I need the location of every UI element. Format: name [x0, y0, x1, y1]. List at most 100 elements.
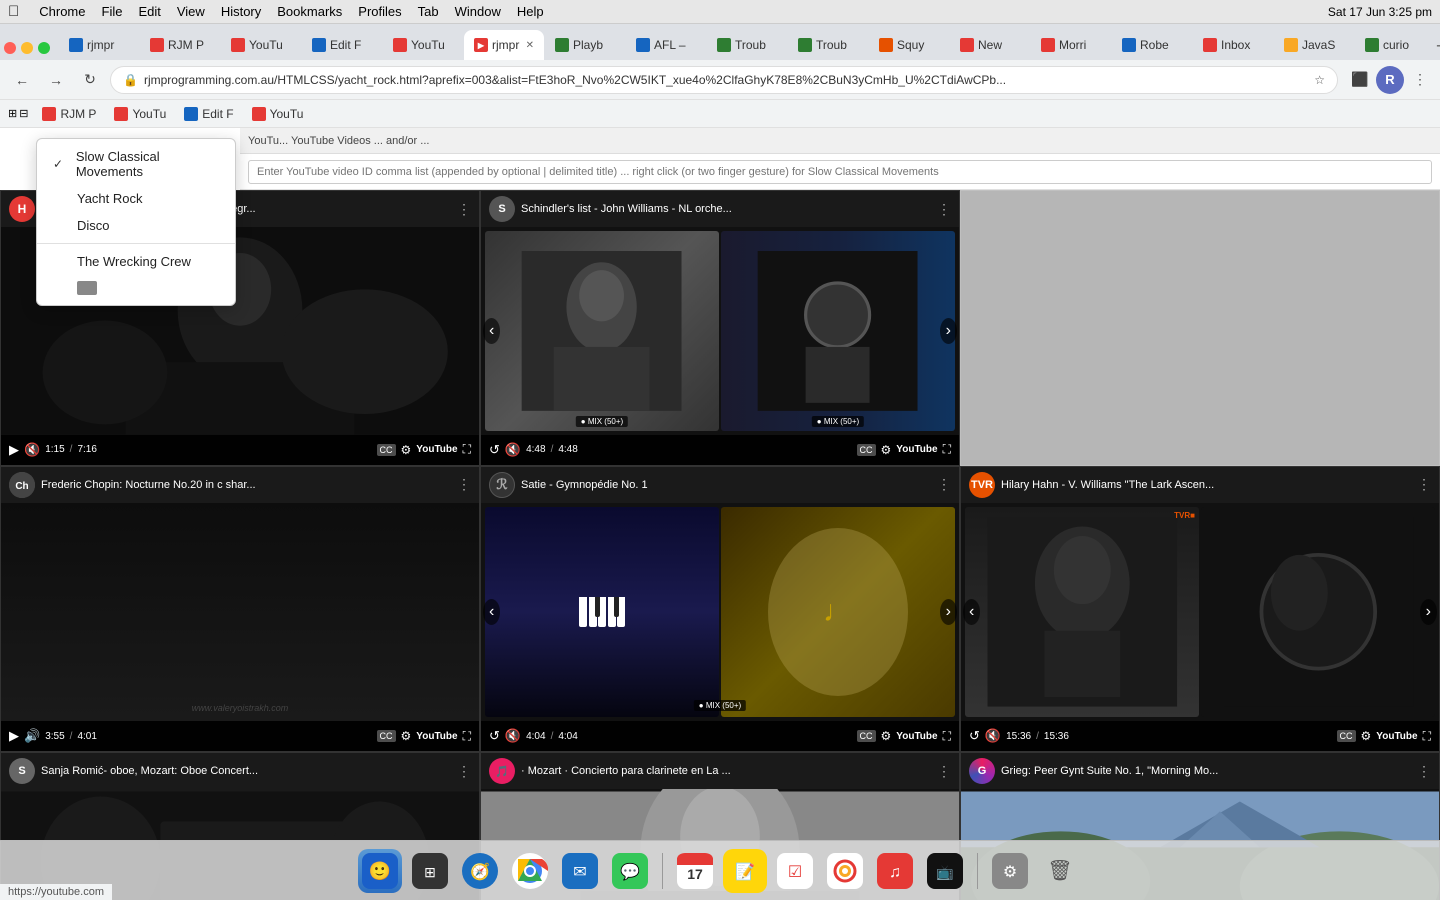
- tab-edit1[interactable]: Edit F: [302, 30, 382, 60]
- fullscreen-hilary[interactable]: ⛶: [1423, 729, 1431, 744]
- volume-schindler[interactable]: 🔇: [505, 442, 521, 458]
- menu-file[interactable]: File: [102, 4, 123, 19]
- settings-chopin[interactable]: ⚙: [401, 729, 412, 743]
- tab-active[interactable]: ▶ rjmpr ✕: [464, 30, 544, 60]
- bookmark-star-icon[interactable]: ☆: [1314, 73, 1325, 87]
- fullscreen-brahms[interactable]: ⛶: [463, 442, 471, 457]
- apple-logo[interactable]: : [8, 3, 19, 20]
- back-button[interactable]: ←: [8, 66, 36, 94]
- dock-safari[interactable]: 🧭: [458, 849, 502, 893]
- settings-satie[interactable]: ⚙: [881, 729, 892, 743]
- bookmark-icon[interactable]: ⊞: [8, 107, 17, 120]
- playlist-input[interactable]: [248, 160, 1432, 184]
- fullscreen-schindler[interactable]: ⛶: [943, 442, 951, 457]
- tab-curio[interactable]: curio: [1355, 30, 1435, 60]
- bookmark-edit[interactable]: Edit F: [176, 103, 241, 125]
- dock-launchpad[interactable]: ⊞: [408, 849, 452, 893]
- menu-history[interactable]: History: [221, 4, 261, 19]
- fullscreen-chopin[interactable]: ⛶: [463, 729, 471, 744]
- more-options-icon[interactable]: ⋮: [1408, 68, 1432, 92]
- refresh-button[interactable]: ↻: [76, 66, 104, 94]
- tab-rjm2[interactable]: RJM P: [140, 30, 220, 60]
- play-pause-chopin[interactable]: ▶: [9, 728, 19, 744]
- tab-youtube1[interactable]: YouTu: [221, 30, 301, 60]
- tab-robe[interactable]: Robe: [1112, 30, 1192, 60]
- dock-photos[interactable]: [823, 849, 867, 893]
- tab-close-icon[interactable]: ✕: [526, 40, 534, 51]
- dock-music[interactable]: ♫: [873, 849, 917, 893]
- tab-java[interactable]: JavaS: [1274, 30, 1354, 60]
- dock-settings[interactable]: ⚙: [988, 849, 1032, 893]
- new-tab-button[interactable]: +: [1436, 32, 1440, 60]
- video-menu-mozart[interactable]: ⋮: [937, 763, 951, 780]
- tab-afl[interactable]: AFL –: [626, 30, 706, 60]
- close-window-btn[interactable]: [4, 42, 16, 54]
- tab-inbox[interactable]: Inbox: [1193, 30, 1273, 60]
- minimize-window-btn[interactable]: [21, 42, 33, 54]
- cc-satie[interactable]: CC: [857, 730, 876, 742]
- address-bar[interactable]: 🔒 rjmprogramming.com.au/HTMLCSS/yacht_ro…: [110, 66, 1338, 94]
- volume-hilary[interactable]: 🔇: [985, 728, 1001, 744]
- cc-chopin[interactable]: CC: [377, 730, 396, 742]
- dock-reminders[interactable]: ☑: [773, 849, 817, 893]
- tab-troub2[interactable]: Troub: [788, 30, 868, 60]
- menu-bookmarks[interactable]: Bookmarks: [277, 4, 342, 19]
- dock-mail[interactable]: ✉: [558, 849, 602, 893]
- dock-messages[interactable]: 💬: [608, 849, 652, 893]
- tab-new[interactable]: New: [950, 30, 1030, 60]
- menu-window[interactable]: Window: [455, 4, 501, 19]
- dropdown-item-slow-classical[interactable]: ✓ Slow Classical Movements: [37, 143, 235, 185]
- dropdown-item-disco[interactable]: Disco: [37, 212, 235, 239]
- maximize-window-btn[interactable]: [38, 42, 50, 54]
- menu-profiles[interactable]: Profiles: [358, 4, 401, 19]
- dock-tv[interactable]: 📺: [923, 849, 967, 893]
- cc-schindler[interactable]: CC: [857, 444, 876, 456]
- video-menu-schindler[interactable]: ⋮: [937, 201, 951, 218]
- menu-chrome[interactable]: Chrome: [39, 4, 85, 19]
- replay-hilary[interactable]: ↺: [969, 728, 980, 744]
- dock-notes[interactable]: 📝: [723, 849, 767, 893]
- volume-chopin[interactable]: 🔊: [24, 728, 40, 744]
- extensions-icon[interactable]: ⬛: [1348, 68, 1372, 92]
- bookmark-rjmp[interactable]: RJM P: [34, 103, 104, 125]
- video-menu-chopin[interactable]: ⋮: [457, 476, 471, 493]
- video-menu-brahms[interactable]: ⋮: [457, 201, 471, 218]
- forward-button[interactable]: →: [42, 66, 70, 94]
- profile-icon[interactable]: R: [1376, 66, 1404, 94]
- bookmark-youtube[interactable]: YouTu: [106, 103, 174, 125]
- dock-chrome[interactable]: [508, 849, 552, 893]
- menu-tab[interactable]: Tab: [418, 4, 439, 19]
- replay-satie[interactable]: ↺: [489, 728, 500, 744]
- volume-satie[interactable]: 🔇: [505, 728, 521, 744]
- replay-schindler[interactable]: ↺: [489, 442, 500, 458]
- bookmark-youtube2[interactable]: YouTu: [244, 103, 312, 125]
- dropdown-item-yacht-rock[interactable]: Yacht Rock: [37, 185, 235, 212]
- dock-finder[interactable]: 🙂: [358, 849, 402, 893]
- video-menu-satie[interactable]: ⋮: [937, 476, 951, 493]
- tab-rjmp1[interactable]: rjmpr: [59, 30, 139, 60]
- menu-view[interactable]: View: [177, 4, 205, 19]
- settings-hilary[interactable]: ⚙: [1361, 729, 1372, 743]
- video-menu-hilary[interactable]: ⋮: [1417, 476, 1431, 493]
- settings-schindler[interactable]: ⚙: [881, 443, 892, 457]
- video-menu-sanja[interactable]: ⋮: [457, 763, 471, 780]
- dropdown-item-wrecking-crew[interactable]: The Wrecking Crew: [37, 248, 235, 275]
- tab-morr[interactable]: Morri: [1031, 30, 1111, 60]
- bookmark-icon2[interactable]: ⊟: [19, 107, 28, 120]
- settings-brahms[interactable]: ⚙: [401, 443, 412, 457]
- menu-edit[interactable]: Edit: [138, 4, 160, 19]
- video-menu-grieg[interactable]: ⋮: [1417, 763, 1431, 780]
- tab-troub1[interactable]: Troub: [707, 30, 787, 60]
- dock-trash[interactable]: 🗑: [1038, 849, 1082, 893]
- cc-hilary[interactable]: CC: [1337, 730, 1356, 742]
- play-pause-brahms[interactable]: ▶: [9, 442, 19, 458]
- dropdown-item-extra[interactable]: [37, 275, 235, 301]
- tab-squy[interactable]: Squy: [869, 30, 949, 60]
- tab-youtube2[interactable]: YouTu: [383, 30, 463, 60]
- cc-brahms[interactable]: CC: [377, 444, 396, 456]
- volume-brahms[interactable]: 🔇: [24, 442, 40, 458]
- dock-calendar[interactable]: 17: [673, 849, 717, 893]
- menu-help[interactable]: Help: [517, 4, 544, 19]
- tab-playb[interactable]: Playb: [545, 30, 625, 60]
- fullscreen-satie[interactable]: ⛶: [943, 729, 951, 744]
